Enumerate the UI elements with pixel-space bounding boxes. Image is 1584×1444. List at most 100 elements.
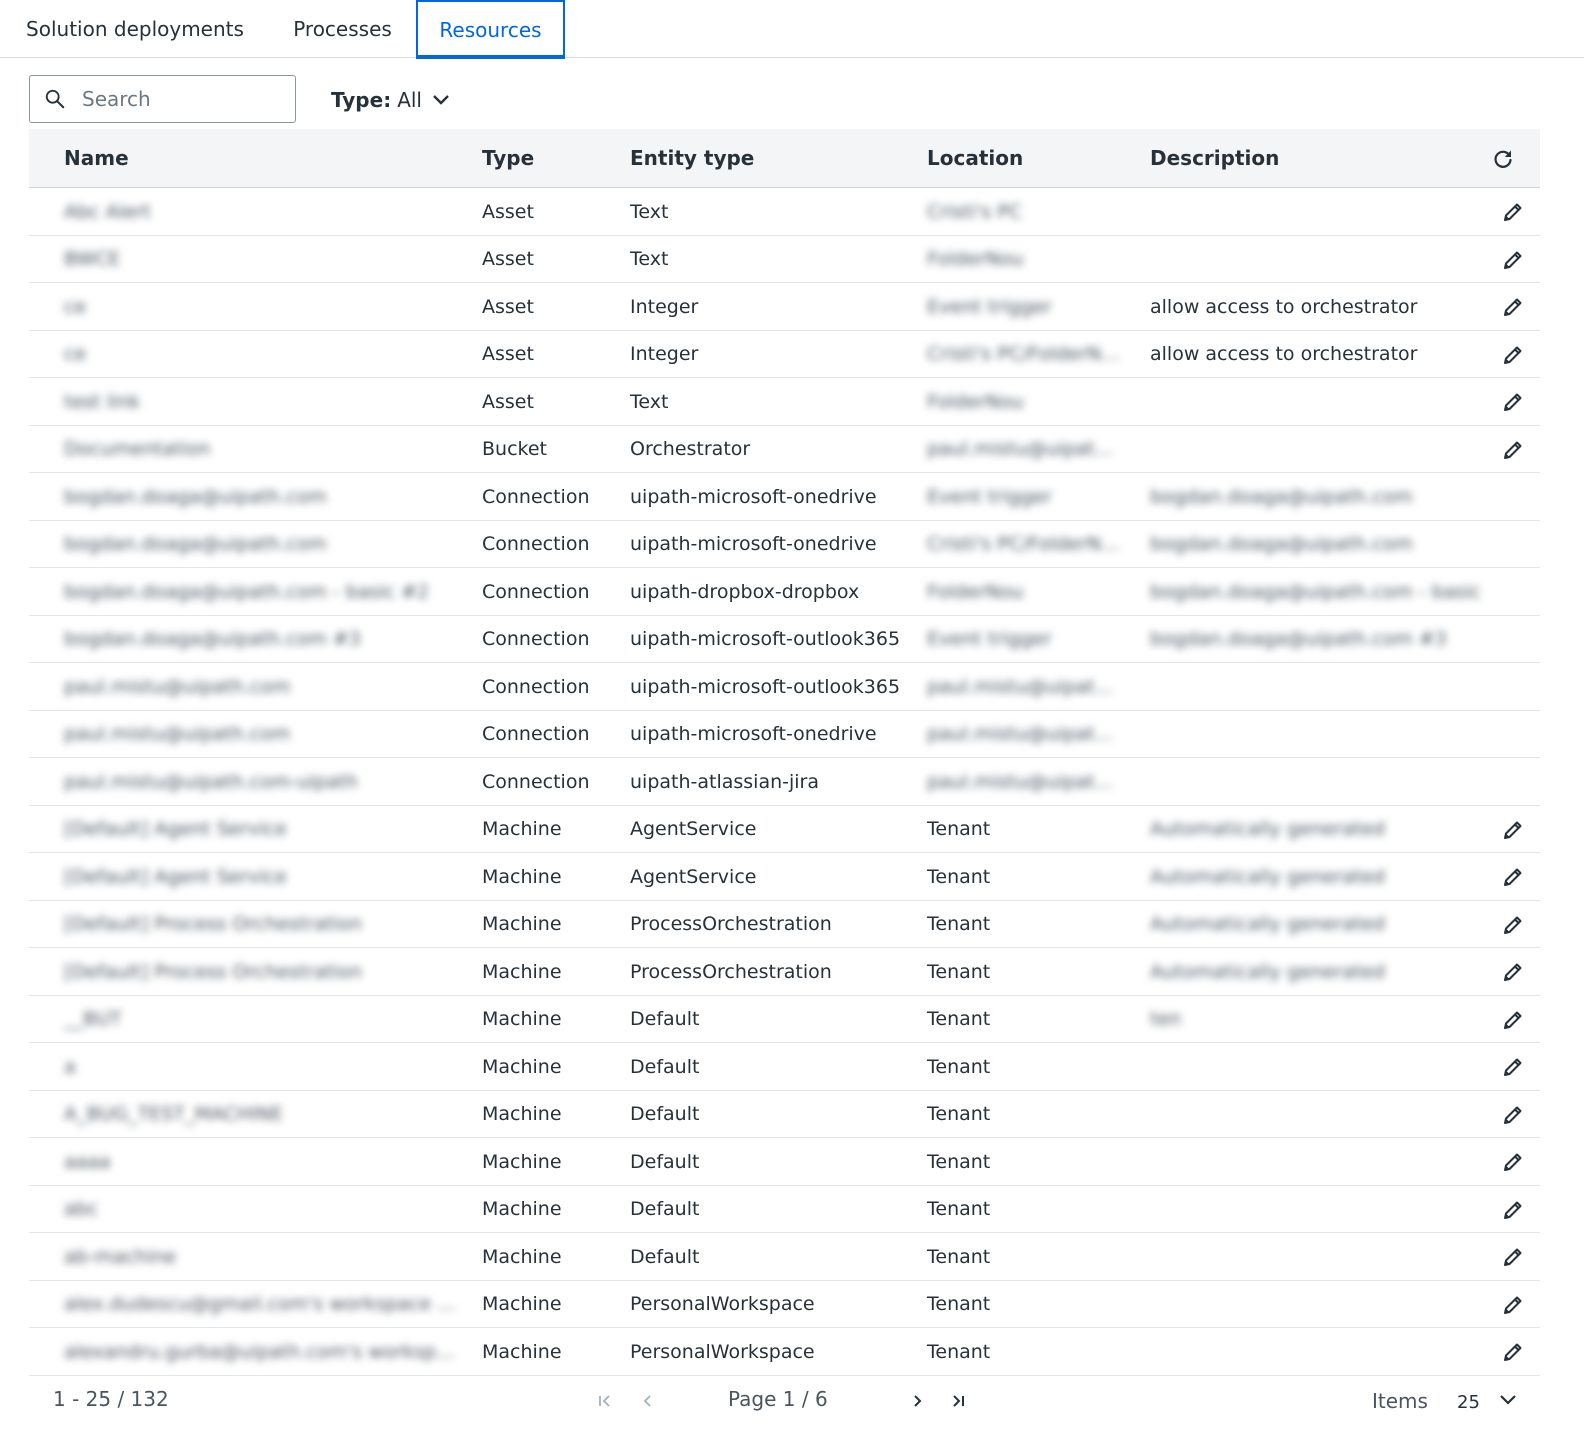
- edit-icon[interactable]: [1501, 818, 1525, 842]
- cell-type: Machine: [482, 1293, 562, 1315]
- cell-name: __BUT: [64, 1008, 122, 1030]
- table-row[interactable]: [Default] Process Orchestration Machine Pr…: [29, 948, 1540, 996]
- table-row[interactable]: Abc Alert Asset Text Cristi's PC: [29, 188, 1540, 236]
- refresh-icon[interactable]: [1491, 147, 1515, 171]
- cell-entity-type: uipath-microsoft-onedrive: [630, 723, 877, 745]
- edit-icon[interactable]: [1501, 865, 1525, 889]
- tab-processes[interactable]: Processes: [270, 0, 415, 58]
- pagination-range: 1 - 25 / 132: [53, 1387, 169, 1411]
- table-row[interactable]: test link Asset Text FolderNou: [29, 378, 1540, 426]
- edit-icon[interactable]: [1501, 913, 1525, 937]
- cell-type: Machine: [482, 1340, 562, 1363]
- column-header-location[interactable]: Location: [927, 129, 1023, 187]
- table-row[interactable]: [Default] Agent Service Machine AgentServi…: [29, 853, 1540, 901]
- cell-type: Connection: [482, 770, 590, 793]
- column-header-description[interactable]: Description: [1150, 129, 1279, 187]
- cell-entity-type: Default: [630, 1198, 700, 1220]
- table-row[interactable]: ab-machine Machine Default Tenant: [29, 1233, 1540, 1281]
- edit-icon[interactable]: [1501, 1293, 1525, 1317]
- type-filter-label: Type:: [331, 88, 392, 112]
- cell-name: BWCE: [64, 248, 121, 270]
- table-row[interactable]: paul.mistu@uipath.com-uipath Connection ui…: [29, 758, 1540, 806]
- cell-type: Machine: [482, 1150, 562, 1173]
- table-row[interactable]: [Default] Agent Service Machine AgentServi…: [29, 806, 1540, 853]
- cell-type: Connection: [482, 533, 590, 555]
- column-header-entity-type[interactable]: Entity type: [630, 129, 754, 187]
- cell-location: Cristi's PC: [927, 200, 1022, 223]
- cell-name: bogdan.doaga@uipath.com - basic #2: [64, 580, 430, 603]
- cell-name: ab-machine: [64, 1245, 177, 1268]
- column-header-type[interactable]: Type: [482, 129, 534, 187]
- edit-icon[interactable]: [1501, 1150, 1525, 1174]
- table-row[interactable]: bogdan.doaga@uipath.com Connection uipath-…: [29, 521, 1540, 568]
- table-row[interactable]: a Machine Default Tenant: [29, 1043, 1540, 1091]
- table-row[interactable]: [Default] Process Orchestration Machine Pr…: [29, 901, 1540, 948]
- table-row[interactable]: alex.dudescu@gmail.com's workspace ... Ma…: [29, 1281, 1540, 1328]
- table-row[interactable]: aaaa Machine Default Tenant: [29, 1138, 1540, 1186]
- next-page-button[interactable]: [905, 1389, 929, 1413]
- table-row[interactable]: bogdan.doaga@uipath.com Connection uipath-…: [29, 473, 1540, 521]
- table-row[interactable]: BWCE Asset Text FolderNou: [29, 236, 1540, 283]
- pagination-bar: 1 - 25 / 132 Page 1 / 6 Items 25: [29, 1377, 1540, 1427]
- cell-description: Automatically generated: [1150, 960, 1386, 983]
- edit-icon[interactable]: [1501, 1008, 1525, 1032]
- edit-icon[interactable]: [1501, 248, 1525, 272]
- cell-entity-type: PersonalWorkspace: [630, 1340, 815, 1363]
- edit-icon[interactable]: [1501, 343, 1525, 367]
- first-page-button[interactable]: [593, 1389, 617, 1413]
- edit-icon[interactable]: [1501, 1245, 1525, 1269]
- cell-name: aaaa: [64, 1150, 111, 1173]
- edit-icon[interactable]: [1501, 438, 1525, 462]
- cell-name: paul.mistu@uipath.com-uipath: [64, 770, 358, 793]
- table-row[interactable]: bogdan.doaga@uipath.com - basic #2 Connec…: [29, 568, 1540, 616]
- edit-icon[interactable]: [1501, 1055, 1525, 1079]
- last-page-button[interactable]: [946, 1389, 970, 1413]
- table-body: Abc Alert Asset Text Cristi's PC BWCE Asset Te…: [29, 188, 1540, 1376]
- table-row[interactable]: ce Asset Integer Cristi's PC/FolderN... allo…: [29, 331, 1540, 378]
- cell-entity-type: Text: [630, 200, 669, 223]
- cell-type: Asset: [482, 248, 534, 270]
- edit-icon[interactable]: [1501, 295, 1525, 319]
- tab-solution-deployments[interactable]: Solution deployments: [0, 0, 270, 58]
- cell-type: Connection: [482, 675, 590, 698]
- items-per-page-select[interactable]: 25: [1449, 1385, 1529, 1419]
- table-row[interactable]: paul.mistu@uipath.com Connection uipath-mi…: [29, 663, 1540, 711]
- table-row[interactable]: paul.mistu@uipath.com Connection uipath-mi…: [29, 711, 1540, 758]
- column-header-name[interactable]: Name: [64, 129, 129, 187]
- table-row[interactable]: __BUT Machine Default Tenant ten: [29, 996, 1540, 1043]
- table-row[interactable]: ce Asset Integer Event trigger allow access …: [29, 283, 1540, 331]
- edit-icon[interactable]: [1501, 1103, 1525, 1127]
- chevron-left-icon: [643, 1395, 651, 1407]
- cell-name: alexandru.gurba@uipath.com's worksp...: [64, 1340, 455, 1363]
- table-row[interactable]: alexandru.gurba@uipath.com's worksp... Ma…: [29, 1328, 1540, 1376]
- table-row[interactable]: abc Machine Default Tenant: [29, 1186, 1540, 1233]
- edit-icon[interactable]: [1501, 200, 1525, 224]
- cell-type: Machine: [482, 1245, 562, 1268]
- cell-type: Connection: [482, 628, 590, 650]
- tab-resources[interactable]: Resources: [416, 0, 565, 59]
- cell-location: Cristi's PC/FolderN...: [927, 533, 1120, 555]
- cell-name: bogdan.doaga@uipath.com: [64, 485, 327, 508]
- cell-description: ten: [1150, 1008, 1182, 1030]
- cell-entity-type: Default: [630, 1150, 700, 1173]
- cell-entity-type: Integer: [630, 343, 699, 365]
- edit-icon[interactable]: [1501, 1198, 1525, 1222]
- cell-location: FolderNou: [927, 248, 1024, 270]
- cell-location: Cristi's PC/FolderN...: [927, 343, 1120, 365]
- search-box[interactable]: [29, 75, 296, 123]
- edit-icon[interactable]: [1501, 390, 1525, 414]
- cell-entity-type: Text: [630, 390, 669, 413]
- table-row[interactable]: A_BUG_TEST_MACHINE Machine Default Tenant: [29, 1091, 1540, 1138]
- previous-page-button[interactable]: [636, 1389, 660, 1413]
- table-row[interactable]: Documentation Bucket Orchestrator paul.mist…: [29, 426, 1540, 473]
- edit-icon[interactable]: [1501, 960, 1525, 984]
- cell-entity-type: uipath-microsoft-outlook365: [630, 675, 901, 698]
- type-filter-dropdown[interactable]: Type: All: [331, 80, 450, 120]
- cell-type: Bucket: [482, 438, 547, 460]
- search-input[interactable]: [82, 82, 282, 116]
- edit-icon[interactable]: [1501, 1340, 1525, 1364]
- cell-entity-type: ProcessOrchestration: [630, 913, 832, 935]
- table-row[interactable]: bogdan.doaga@uipath.com #3 Connection uipa…: [29, 616, 1540, 663]
- cell-location: Event trigger: [927, 628, 1052, 650]
- cell-name: paul.mistu@uipath.com: [64, 723, 291, 745]
